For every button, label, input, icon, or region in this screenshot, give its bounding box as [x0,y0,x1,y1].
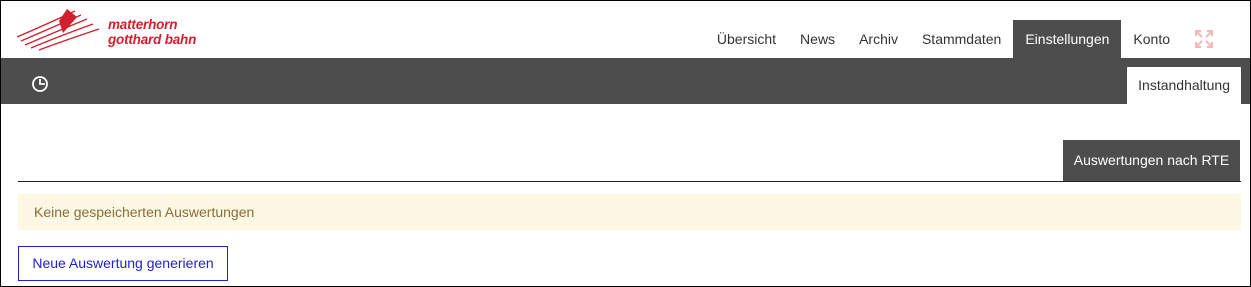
brand-line-2: gotthard bahn [108,32,197,47]
tab-instandhaltung[interactable]: Instandhaltung [1127,67,1241,104]
brand-name: matterhorn gotthard bahn [108,17,196,47]
nav-item-einstellungen[interactable]: Einstellungen [1013,20,1122,58]
fullscreen-button[interactable] [1182,20,1250,58]
brand-line-1: matterhorn [108,17,178,32]
tab-auswertungen-nach-rte[interactable]: Auswertungen nach RTE [1063,140,1240,181]
notice-text: Keine gespeicherten Auswertungen [34,204,255,220]
sub-navigation-bar: Instandhaltung [1,58,1250,104]
expand-icon [1195,30,1213,48]
header: matterhorn gotthard bahn Übersicht News … [1,1,1250,58]
nav-item-news[interactable]: News [788,20,847,58]
nav-item-konto[interactable]: Konto [1121,20,1182,58]
nav-item-uebersicht[interactable]: Übersicht [705,20,788,58]
brand-logo[interactable]: matterhorn gotthard bahn [15,7,235,51]
empty-notice: Keine gespeicherten Auswertungen [18,194,1241,230]
nav-item-archiv[interactable]: Archiv [847,20,910,58]
nav-item-stammdaten[interactable]: Stammdaten [910,20,1013,58]
clock-icon[interactable] [31,75,49,93]
logo-mark-icon [16,9,100,51]
app-window: matterhorn gotthard bahn Übersicht News … [0,0,1251,287]
section-divider [18,181,1241,182]
main-nav: Übersicht News Archiv Stammdaten Einstel… [705,20,1250,58]
new-report-button[interactable]: Neue Auswertung generieren [18,246,228,281]
